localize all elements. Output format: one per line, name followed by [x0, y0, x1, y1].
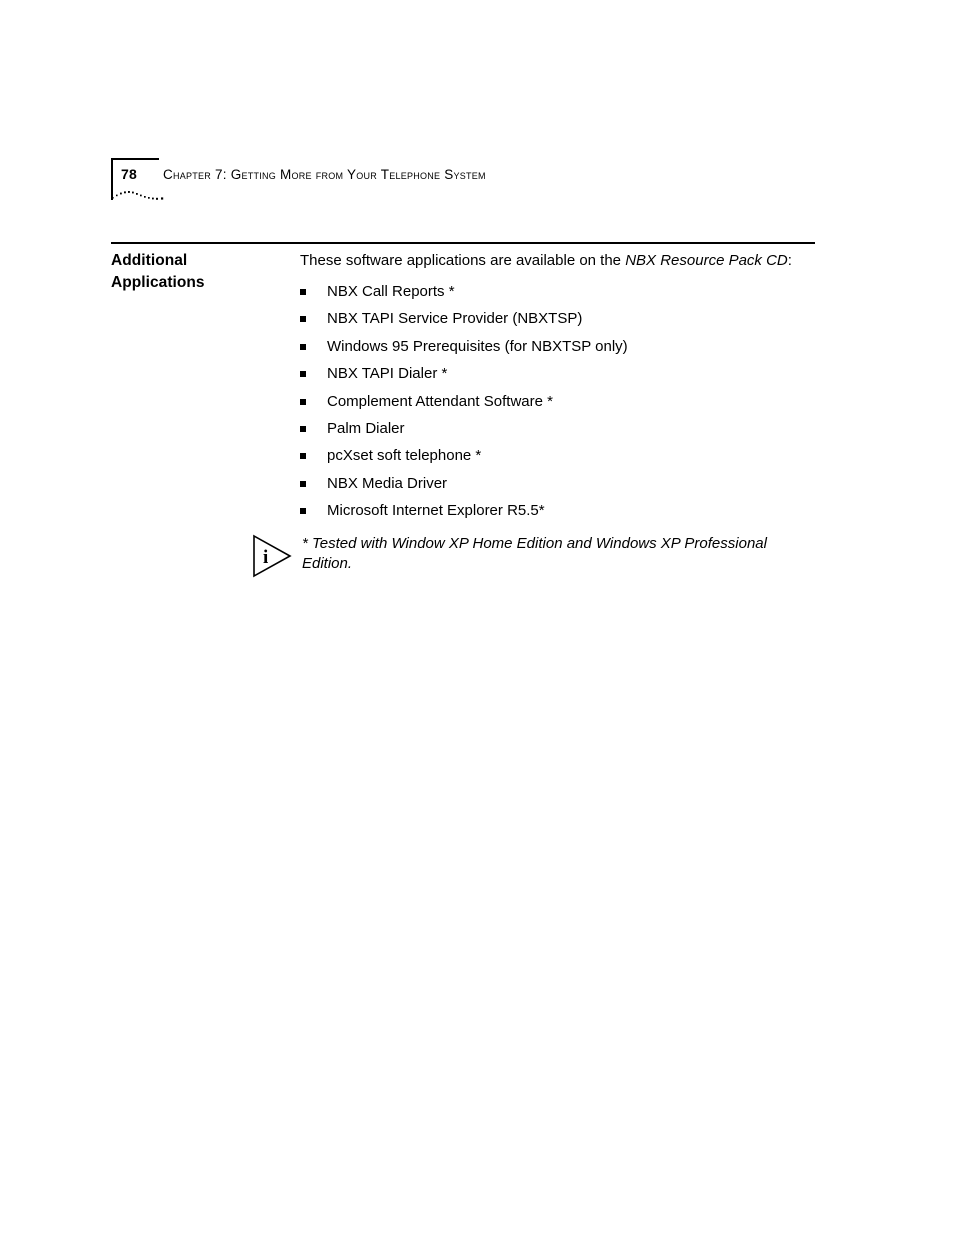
list-item: Complement Attendant Software * [300, 392, 820, 419]
intro-text-after: : [787, 252, 792, 269]
header-rule-top [111, 158, 159, 160]
list-item-label: Microsoft Internet Explorer R5.5* [327, 502, 545, 520]
square-bullet-icon [300, 398, 306, 405]
section-heading-line-1: Additional [111, 252, 188, 269]
list-item: Microsoft Internet Explorer R5.5* [300, 501, 820, 528]
list-item: Palm Dialer [300, 419, 820, 446]
list-item: Windows 95 Prerequisites (for NBXTSP onl… [300, 337, 820, 364]
list-item-label: NBX Media Driver [327, 474, 448, 492]
svg-text:i: i [263, 547, 268, 568]
list-item: NBX TAPI Dialer * [300, 364, 820, 391]
square-bullet-icon [300, 425, 306, 432]
square-bullet-icon [300, 289, 306, 295]
intro-paragraph: These software applications are availabl… [300, 250, 820, 272]
square-bullet-icon [300, 343, 306, 350]
applications-list: NBX Call Reports * NBX TAPI Service Prov… [300, 282, 820, 529]
section-heading-line-2: Applications [111, 274, 205, 291]
section-heading: Additional Applications [111, 250, 291, 294]
list-item-label: NBX Call Reports * [327, 283, 455, 300]
list-item: NBX TAPI Service Provider (NBXTSP) [300, 309, 820, 336]
list-item-label: Windows 95 Prerequisites (for NBXTSP onl… [327, 337, 628, 355]
square-bullet-icon [300, 453, 306, 460]
list-item-label: Palm Dialer [327, 419, 405, 437]
list-item-label: NBX TAPI Service Provider (NBXTSP) [327, 310, 583, 328]
list-item-label: pcXset soft telephone * [327, 447, 482, 465]
resource-pack-title: NBX Resource Pack CD [625, 252, 788, 269]
square-bullet-icon [300, 480, 306, 487]
running-header: 78 Chapter 7: Getting More from Your Tel… [111, 158, 831, 210]
list-item: pcXset soft telephone * [300, 446, 820, 473]
intro-text-before: These software applications are availabl… [300, 252, 626, 269]
list-item-label: Complement Attendant Software * [327, 392, 553, 410]
section-divider-rule [111, 242, 815, 244]
decorative-dot-arc-icon [112, 191, 164, 200]
chapter-title: Chapter 7: Getting More from Your Teleph… [163, 167, 486, 182]
page-number: 78 [121, 166, 137, 182]
note-text: * Tested with Window XP Home Edition and… [302, 535, 767, 572]
section-body: These software applications are availabl… [300, 250, 820, 529]
square-bullet-icon [300, 371, 306, 378]
square-bullet-icon [300, 508, 306, 515]
list-item-label: NBX TAPI Dialer * [327, 365, 448, 383]
square-bullet-icon [300, 316, 306, 323]
info-triangle-icon: i [253, 534, 292, 578]
list-item: NBX Call Reports * [300, 282, 820, 309]
list-item: NBX Media Driver [300, 474, 820, 501]
document-page: 78 Chapter 7: Getting More from Your Tel… [0, 0, 954, 1235]
